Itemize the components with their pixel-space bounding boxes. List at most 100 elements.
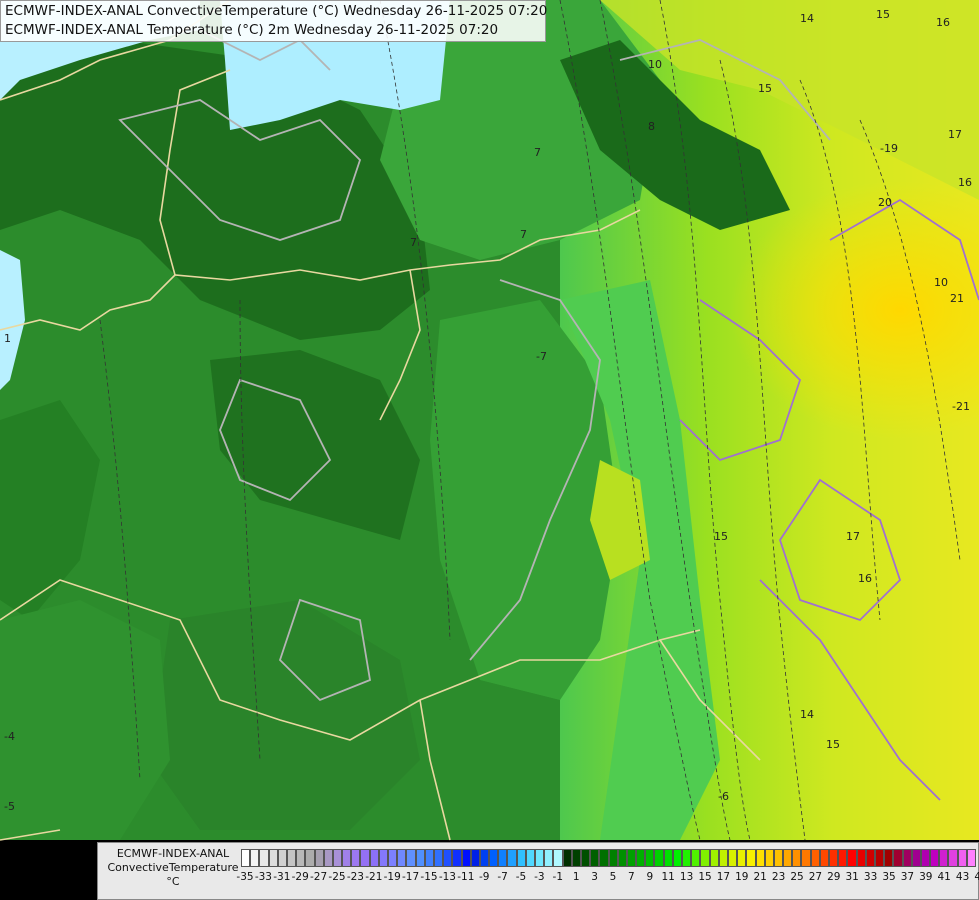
- legend-swatch: [672, 849, 682, 867]
- contour-label: 10: [648, 58, 662, 71]
- legend-swatch: [268, 849, 278, 867]
- legend-swatch: [305, 849, 315, 867]
- legend-swatch: [351, 849, 361, 867]
- contour-label: 8: [648, 120, 655, 133]
- legend-swatch: [654, 849, 664, 867]
- legend-swatch: [360, 849, 370, 867]
- legend-swatch: [930, 849, 940, 867]
- legend-tick-label: 7: [628, 871, 635, 883]
- legend-tick-label: -31: [273, 871, 291, 883]
- legend-swatch: [259, 849, 269, 867]
- legend-tick-label: 3: [591, 871, 598, 883]
- legend-tick-label: -19: [383, 871, 401, 883]
- legend-swatch: [433, 849, 444, 867]
- legend-swatch: [691, 849, 701, 867]
- legend-title-variable: ConvectiveTemperature: [107, 861, 239, 874]
- legend-tick-label: 5: [609, 871, 617, 883]
- legend-tick-label: 11: [661, 871, 675, 883]
- legend-title: ECMWF-INDEX-ANAL ConvectiveTemperature °…: [102, 847, 244, 889]
- legend-swatch: [571, 849, 581, 867]
- legend-swatch: [856, 849, 866, 867]
- legend-swatch: [682, 849, 692, 867]
- legend-swatch: [489, 849, 499, 867]
- legend-swatch: [525, 849, 535, 867]
- legend-tick-label: 35: [882, 871, 896, 883]
- contour-label: 20: [878, 196, 892, 209]
- legend-tick-label: 17: [716, 871, 731, 883]
- legend-tick-label: 1: [572, 871, 580, 883]
- legend-swatch: [920, 849, 931, 867]
- contour-label: 10: [934, 276, 948, 289]
- legend-tick-label: -7: [497, 871, 508, 883]
- legend-tick-label: 21: [753, 871, 767, 883]
- contour-label: 14: [800, 12, 814, 25]
- legend-swatch: [378, 849, 388, 867]
- legend-swatch: [663, 849, 673, 867]
- contour-label: 21: [950, 292, 964, 305]
- legend-swatch: [461, 849, 471, 867]
- legend-swatch: [388, 849, 398, 867]
- legend-swatch: [608, 849, 618, 867]
- legend-tick-label: -27: [310, 871, 328, 883]
- legend-tick-label: 41: [937, 871, 951, 883]
- legend-swatch: [838, 849, 848, 867]
- legend-swatch: [911, 849, 921, 867]
- contour-label: 16: [958, 176, 972, 189]
- legend-tick-label: 31: [845, 871, 859, 883]
- contour-label: 15: [714, 530, 728, 543]
- legend-swatch: [709, 849, 719, 867]
- legend-swatch: [746, 849, 756, 867]
- contour-label: 7: [520, 228, 527, 241]
- contour-label: -6: [718, 790, 729, 803]
- contour-label: 17: [846, 530, 860, 543]
- legend-swatch: [544, 849, 554, 867]
- legend-swatch: [700, 849, 710, 867]
- legend-swatch: [884, 849, 894, 867]
- legend-tick-label: 43: [955, 871, 970, 883]
- legend-swatch: [727, 849, 738, 867]
- legend-tick-label: -3: [534, 871, 545, 883]
- legend-swatch: [783, 849, 793, 867]
- legend-swatch: [902, 849, 912, 867]
- legend-tick-label: 9: [646, 871, 654, 883]
- contour-label: -4: [4, 730, 15, 743]
- legend-swatches: [241, 849, 976, 867]
- legend-swatch: [452, 849, 462, 867]
- legend-tick-label: 25: [790, 871, 804, 883]
- legend-swatch: [636, 849, 646, 867]
- legend-swatch: [562, 849, 572, 867]
- legend-swatch: [957, 849, 967, 867]
- legend-swatch: [443, 849, 453, 867]
- legend-swatch: [874, 849, 885, 867]
- legend-tick-label: 27: [808, 871, 823, 883]
- legend-swatch: [498, 849, 508, 867]
- legend-swatch: [755, 849, 765, 867]
- legend-tick-label: -29: [291, 871, 309, 883]
- contour-label: 15: [826, 738, 840, 751]
- legend-swatch: [590, 849, 600, 867]
- contour-label: 7: [534, 146, 541, 159]
- map-title-box: ECMWF-INDEX-ANAL ConvectiveTemperature (…: [0, 0, 547, 42]
- legend-tick-label: 39: [919, 871, 933, 883]
- legend-title-model: ECMWF-INDEX-ANAL: [116, 847, 230, 860]
- legend-swatch: [286, 849, 297, 867]
- legend-swatch: [424, 849, 434, 867]
- contour-label: 17: [948, 128, 962, 141]
- contour-label: -5: [4, 800, 15, 813]
- weather-map: 10 14 15 16 15 17 -19 20 21 10 16 -21 17…: [0, 0, 979, 900]
- legend-swatch: [847, 849, 857, 867]
- legend-swatch: [397, 849, 407, 867]
- legend-tick-label: -23: [346, 871, 364, 883]
- legend-swatch: [296, 849, 306, 867]
- legend-swatch: [792, 849, 802, 867]
- legend-swatch: [966, 849, 976, 867]
- legend-swatch: [865, 849, 875, 867]
- legend-swatch: [948, 849, 958, 867]
- legend-swatch: [277, 849, 287, 867]
- legend-swatch: [764, 849, 774, 867]
- legend-swatch: [801, 849, 811, 867]
- legend-tick-label: -5: [515, 871, 527, 883]
- legend-tick-label: 37: [900, 871, 915, 883]
- legend-swatch: [599, 849, 609, 867]
- legend-tick-label: -17: [402, 871, 420, 883]
